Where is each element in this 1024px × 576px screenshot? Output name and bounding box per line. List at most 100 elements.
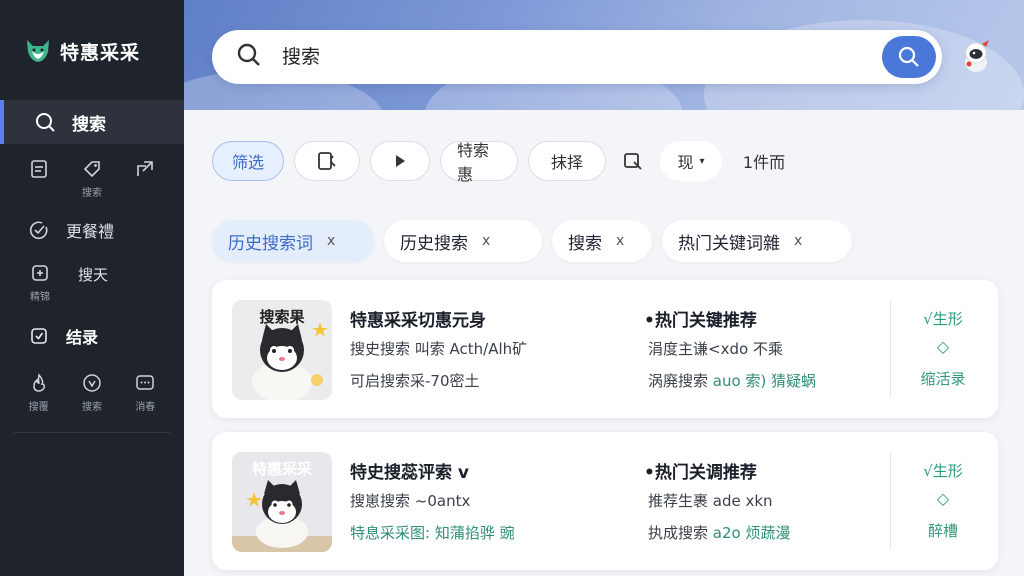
product-thumbnail[interactable]: 搜索果 — [232, 300, 332, 400]
history-tag[interactable]: 热门关键词雜 x — [662, 220, 852, 262]
filter-bar: 筛选 特索惠 抹择 现 ▾ 1件而 — [212, 141, 796, 184]
search-icon — [236, 42, 262, 72]
result-detail: 可启搜索采-70密土 — [350, 372, 480, 390]
diamond-icon[interactable]: ◇ — [902, 489, 984, 508]
star-circle-icon — [81, 372, 103, 394]
sidebar-item-chat[interactable]: 消春 — [123, 372, 167, 413]
result-card[interactable]: 特惠采采 特史搜蕊评索 v 搜崽搜索 ~0antx 特息采采图: 知蒲掐骅 豌 … — [212, 432, 998, 570]
app-name: 特惠采采 — [60, 41, 141, 64]
recommend-detail: 推荐生裹 ade xkn — [648, 492, 773, 510]
sidebar-item-share[interactable] — [123, 158, 167, 199]
crop-filter-button[interactable] — [616, 141, 650, 181]
thumbnail-title: 特惠采采 — [251, 460, 312, 478]
search-icon — [898, 46, 919, 67]
close-icon[interactable]: x — [482, 233, 490, 249]
history-tag-label: 历史搜索词 — [228, 233, 313, 254]
grid-icon — [29, 262, 51, 284]
history-tag-label: 搜索 — [568, 233, 602, 254]
sidebar-item-star[interactable]: 搜索 — [70, 372, 114, 413]
sort-dropdown[interactable]: 现 ▾ — [660, 141, 722, 181]
search-button[interactable] — [882, 36, 936, 78]
history-tags: 历史搜索词 x 历史搜索 x 搜索 x 热门关键词雜 x — [212, 220, 852, 262]
sidebar-item-more[interactable]: 更餐禮 — [0, 214, 184, 246]
product-thumbnail[interactable]: 特惠采采 — [232, 452, 332, 552]
sidebar-item-label: 结录 — [66, 328, 99, 347]
sidebar-item-label: 搜索 — [72, 114, 106, 135]
recommend-title: •热门关键推荐 — [644, 311, 757, 331]
record-action[interactable]: 缩活录 — [902, 368, 984, 389]
sidebar-icon-row: 搜覆 搜索 消春 — [0, 372, 184, 413]
diamond-icon[interactable]: ◇ — [902, 337, 984, 356]
sidebar-caption: 搜覆 — [28, 402, 49, 413]
search-icon — [34, 111, 56, 133]
sidebar-divider — [14, 432, 170, 433]
recommend-highlight: a2o 烦蔬漫 — [712, 524, 791, 542]
history-tag[interactable]: 历史搜索词 x — [212, 220, 374, 262]
card-divider — [890, 452, 891, 550]
sidebar-item-flame[interactable]: 搜覆 — [17, 372, 61, 413]
filter-chip[interactable]: 特索惠 — [440, 141, 518, 184]
result-title[interactable]: 特惠采采切惠元身 — [350, 306, 486, 331]
fox-logo-icon — [27, 40, 49, 62]
history-tag[interactable]: 搜索 x — [552, 220, 652, 262]
card-divider — [890, 300, 891, 398]
recommend-detail: 执成搜索 a2o 烦蔬漫 — [648, 522, 790, 543]
filter-chip-label: 抹择 — [550, 153, 583, 172]
filter-chip-label: 现 — [677, 153, 694, 172]
sidebar: 特惠采采 搜索 搜索 更餐禮 精锦 搜天 结录 搜覆 搜索 消春 — [0, 0, 184, 576]
result-card[interactable]: 搜索果 特惠采采切惠元身 搜史搜索 叫索 Acth/Alh矿 可启搜索采-70密… — [212, 280, 998, 418]
result-title[interactable]: 特史搜蕊评索 v — [350, 458, 469, 483]
sidebar-item-results[interactable]: 结录 — [0, 320, 184, 352]
history-tag-label: 热门关键词雜 — [678, 233, 780, 254]
play-filter-button[interactable] — [370, 141, 430, 181]
flame-icon — [28, 372, 50, 394]
sidebar-icon-row: 搜索 — [0, 158, 184, 199]
sidebar-caption: 精锦 — [30, 292, 50, 303]
filter-chip[interactable]: 抹择 — [528, 141, 606, 181]
close-icon[interactable]: x — [616, 233, 624, 249]
sidebar-icon-row: 精锦 搜天 — [0, 262, 184, 303]
search-input[interactable] — [282, 46, 842, 68]
history-tag[interactable]: 历史搜索 x — [384, 220, 542, 262]
result-detail: 特息采采图: 知蒲掐骅 豌 — [350, 524, 515, 542]
recommend-text: 执成搜索 — [648, 524, 709, 542]
sidebar-item-search[interactable]: 搜索 — [0, 100, 184, 144]
filter-chip-label: 1件而 — [742, 153, 786, 172]
share-icon — [134, 158, 156, 180]
scan-filter-button[interactable] — [294, 141, 360, 181]
sidebar-caption: 消春 — [135, 402, 156, 413]
generate-action[interactable]: √生形 — [902, 460, 984, 481]
sidebar-item-grid[interactable]: 精锦 — [18, 262, 62, 303]
sidebar-caption: 搜索 — [81, 402, 102, 413]
sidebar-item-tag[interactable]: 搜索 — [70, 158, 114, 199]
filter-chip-label: 筛选 — [231, 153, 264, 172]
filter-chip[interactable]: 筛选 — [212, 141, 284, 181]
history-tag-label: 历史搜索 — [400, 233, 468, 254]
play-icon — [396, 155, 405, 167]
recommend-title: •热门关调推荐 — [644, 463, 757, 483]
search-bar — [212, 30, 942, 84]
record-action[interactable]: 醉槽 — [902, 520, 984, 541]
close-icon[interactable]: x — [794, 233, 802, 249]
result-detail: 搜史搜索 叫索 Acth/Alh矿 — [350, 340, 528, 358]
close-icon[interactable]: x — [327, 233, 335, 249]
check-circle-icon — [28, 219, 50, 241]
sidebar-item-label: 搜天 — [78, 266, 109, 284]
chat-icon — [134, 372, 156, 394]
result-detail: 搜崽搜索 ~0antx — [350, 492, 471, 510]
brand[interactable]: 特惠采采 — [24, 34, 140, 68]
scan-icon — [318, 152, 336, 170]
tag-icon — [81, 158, 103, 180]
recommend-text: 涡廃搜索 — [648, 372, 709, 390]
result-count: 1件而 — [732, 141, 796, 181]
recommend-highlight: auo 索) 猜疑蜗 — [712, 372, 817, 390]
thumbnail-title: 搜索果 — [259, 308, 305, 326]
sidebar-item-note[interactable] — [17, 158, 61, 199]
sidebar-caption: 搜索 — [81, 188, 102, 199]
astronaut-avatar-icon[interactable] — [956, 36, 996, 76]
recommend-detail: 涓度主谦<xdo 不乘 — [648, 340, 783, 358]
sidebar-item-label: 更餐禮 — [66, 222, 115, 241]
header — [184, 0, 1024, 110]
generate-action[interactable]: √生形 — [902, 308, 984, 329]
recommend-detail: 涡廃搜索 auo 索) 猜疑蜗 — [648, 370, 816, 391]
